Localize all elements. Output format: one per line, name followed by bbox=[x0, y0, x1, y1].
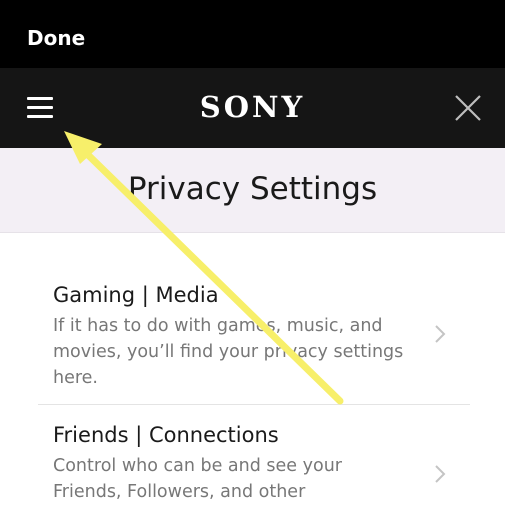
chevron-right-icon bbox=[432, 463, 448, 485]
item-title: Friends | Connections bbox=[53, 423, 279, 447]
item-description: If it has to do with games, music, and m… bbox=[53, 316, 404, 388]
nav-bar: SONY bbox=[0, 68, 505, 148]
sony-logo: SONY bbox=[199, 90, 306, 124]
item-description: Control who can be and see your Friends,… bbox=[53, 456, 342, 502]
chevron-right-icon bbox=[432, 323, 448, 345]
item-title: Gaming | Media bbox=[53, 283, 219, 307]
list-item-friends-connections[interactable]: Friends | Connections Control who can be… bbox=[38, 405, 470, 505]
status-bar: Done bbox=[0, 0, 505, 68]
list-item-gaming-media[interactable]: Gaming | Media If it has to do with game… bbox=[38, 233, 470, 405]
page-title: Privacy Settings bbox=[127, 171, 378, 207]
hamburger-menu-icon[interactable] bbox=[25, 93, 57, 123]
done-button[interactable]: Done bbox=[27, 26, 85, 50]
close-icon[interactable] bbox=[452, 92, 484, 124]
title-band: Privacy Settings bbox=[0, 148, 505, 233]
